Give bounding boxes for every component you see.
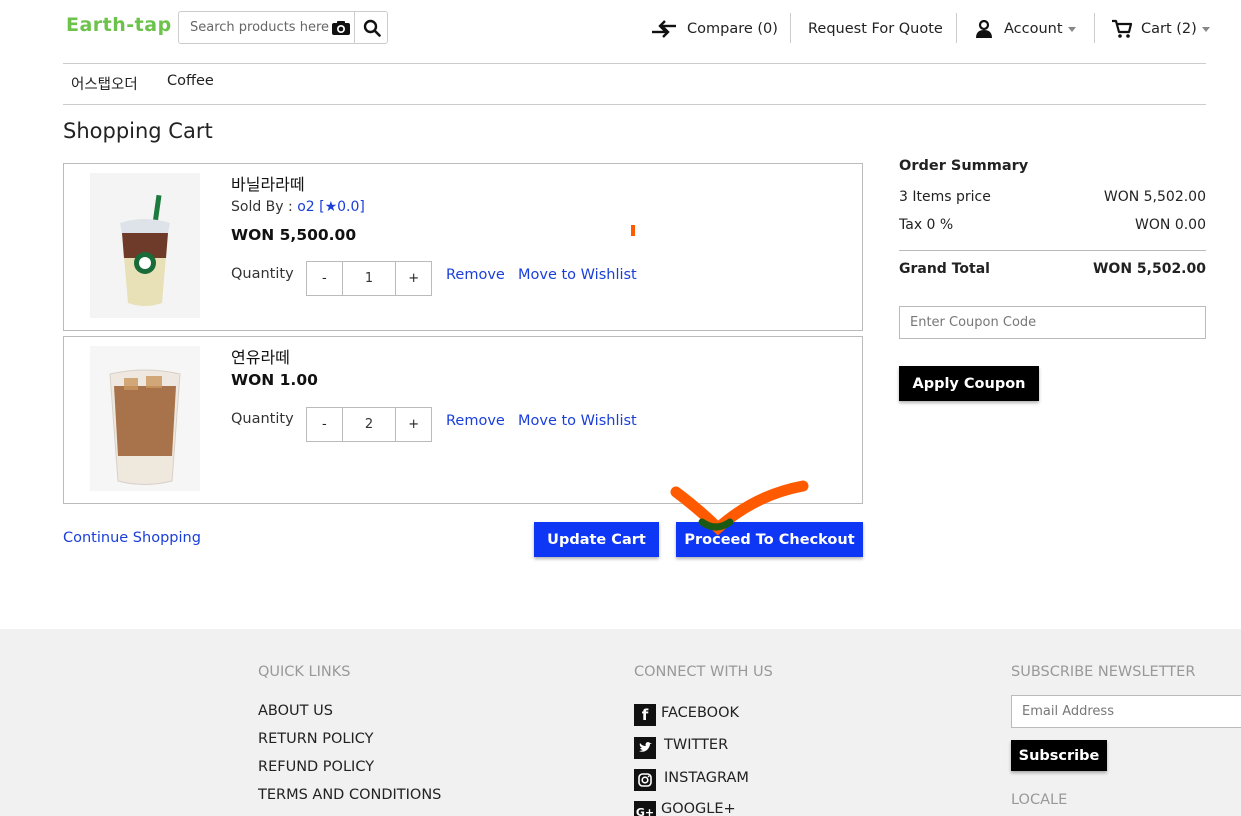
footer-link-google-plus[interactable]: GOOGLE+ xyxy=(661,801,736,816)
remove-link[interactable]: Remove xyxy=(446,267,505,283)
search-bar xyxy=(178,11,388,44)
search-icon xyxy=(363,19,381,37)
footer-link-refund-policy[interactable]: REFUND POLICY xyxy=(258,759,374,775)
grand-total-value: WON 5,502.00 xyxy=(1092,261,1206,277)
product-name[interactable]: 연유라떼 xyxy=(231,344,290,368)
category-link-order[interactable]: 어스탭오더 xyxy=(71,73,138,94)
compare-arrows-icon xyxy=(652,20,676,38)
search-button[interactable] xyxy=(354,12,388,43)
grand-total-label: Grand Total xyxy=(899,261,990,277)
footer-link-terms[interactable]: TERMS AND CONDITIONS xyxy=(258,787,441,803)
facebook-icon[interactable]: f xyxy=(634,704,656,726)
twitter-icon[interactable] xyxy=(634,737,656,759)
nav-divider xyxy=(790,13,791,43)
header-divider xyxy=(63,63,1206,64)
nav-divider xyxy=(956,13,957,43)
sold-by-label: Sold By : xyxy=(231,199,293,215)
update-cart-button[interactable]: Update Cart xyxy=(534,522,659,557)
compare-link[interactable]: Compare (0) xyxy=(651,14,778,44)
summary-divider xyxy=(899,250,1206,251)
quantity-input[interactable]: 2 xyxy=(341,408,397,441)
quantity-input[interactable]: 1 xyxy=(341,262,397,295)
items-price-row: 3 Items price WON 5,502.00 xyxy=(899,189,1206,205)
user-icon xyxy=(976,19,992,38)
quantity-increase-button[interactable]: + xyxy=(396,408,431,441)
newsletter-email-input[interactable] xyxy=(1011,695,1241,728)
footer-link-twitter[interactable]: TWITTER xyxy=(664,737,728,753)
items-price-label: 3 Items price xyxy=(899,189,991,205)
category-link-coffee[interactable]: Coffee xyxy=(167,73,214,89)
category-divider xyxy=(63,104,1206,105)
coupon-code-input[interactable] xyxy=(899,306,1206,339)
google-plus-icon[interactable]: G+ xyxy=(634,801,656,816)
quantity-label: Quantity xyxy=(231,411,294,427)
product-name[interactable]: 바닐라라떼 xyxy=(231,171,305,195)
remove-link[interactable]: Remove xyxy=(446,413,505,429)
request-quote-link[interactable]: Request For Quote xyxy=(808,14,943,44)
order-summary-title: Order Summary xyxy=(899,158,1029,174)
tax-label: Tax 0 % xyxy=(899,217,954,233)
quantity-decrease-button[interactable]: - xyxy=(307,262,342,295)
grand-total-row: Grand Total WON 5,502.00 xyxy=(899,261,1206,277)
product-image[interactable] xyxy=(90,346,200,491)
seller-rating[interactable]: [★0.0] xyxy=(319,199,365,215)
cart-icon xyxy=(1112,19,1133,38)
account-menu[interactable]: Account xyxy=(974,14,1076,44)
quick-links-heading: QUICK LINKS xyxy=(258,664,351,680)
cart-item: 바닐라라떼 Sold By : o2 [★0.0] WON 5,500.00 Q… xyxy=(63,163,863,331)
product-image[interactable] xyxy=(90,173,200,318)
move-to-wishlist-link[interactable]: Move to Wishlist xyxy=(518,413,637,429)
search-input[interactable] xyxy=(179,12,329,43)
footer-link-facebook[interactable]: FACEBOOK xyxy=(661,705,739,721)
footer-link-instagram[interactable]: INSTAGRAM xyxy=(664,770,749,786)
site-logo[interactable]: Earth-tap xyxy=(66,14,172,36)
quantity-decrease-button[interactable]: - xyxy=(307,408,342,441)
proceed-to-checkout-button[interactable]: Proceed To Checkout xyxy=(676,522,863,557)
order-summary: Order Summary 3 Items price WON 5,502.00… xyxy=(899,158,1206,277)
sold-by: Sold By : o2 [★0.0] xyxy=(231,199,365,215)
seller-link[interactable]: o2 xyxy=(297,199,314,215)
cart-item: 연유라떼 WON 1.00 Quantity - 2 + Remove Move… xyxy=(63,336,863,504)
product-price: WON 1.00 xyxy=(231,371,318,389)
camera-icon[interactable] xyxy=(331,20,351,36)
page-title: Shopping Cart xyxy=(63,119,213,143)
quantity-increase-button[interactable]: + xyxy=(396,262,431,295)
chevron-down-icon xyxy=(1201,26,1210,32)
apply-coupon-button[interactable]: Apply Coupon xyxy=(899,366,1039,401)
locale-heading: LOCALE xyxy=(1011,792,1068,808)
cart-menu[interactable]: Cart (2) xyxy=(1111,14,1210,44)
tax-row: Tax 0 % WON 0.00 xyxy=(899,217,1206,233)
cart-label: Cart (2) xyxy=(1141,21,1197,37)
account-label: Account xyxy=(1004,21,1063,37)
subscribe-heading: SUBSCRIBE NEWSLETTER xyxy=(1011,664,1196,680)
quantity-label: Quantity xyxy=(231,266,294,282)
chevron-down-icon xyxy=(1067,26,1076,32)
quantity-stepper: - 2 + xyxy=(306,407,432,442)
subscribe-button[interactable]: Subscribe xyxy=(1011,740,1107,771)
instagram-icon[interactable] xyxy=(634,769,656,791)
quantity-stepper: - 1 + xyxy=(306,261,432,296)
nav-divider xyxy=(1094,13,1095,43)
footer-link-return-policy[interactable]: RETURN POLICY xyxy=(258,731,373,747)
product-price: WON 5,500.00 xyxy=(231,226,357,244)
items-price-value: WON 5,502.00 xyxy=(1103,189,1206,205)
tax-value: WON 0.00 xyxy=(1135,217,1206,233)
footer-link-about[interactable]: ABOUT US xyxy=(258,703,333,719)
continue-shopping-link[interactable]: Continue Shopping xyxy=(63,530,201,546)
move-to-wishlist-link[interactable]: Move to Wishlist xyxy=(518,267,637,283)
compare-label: Compare (0) xyxy=(687,21,778,37)
connect-heading: CONNECT WITH US xyxy=(634,664,773,680)
